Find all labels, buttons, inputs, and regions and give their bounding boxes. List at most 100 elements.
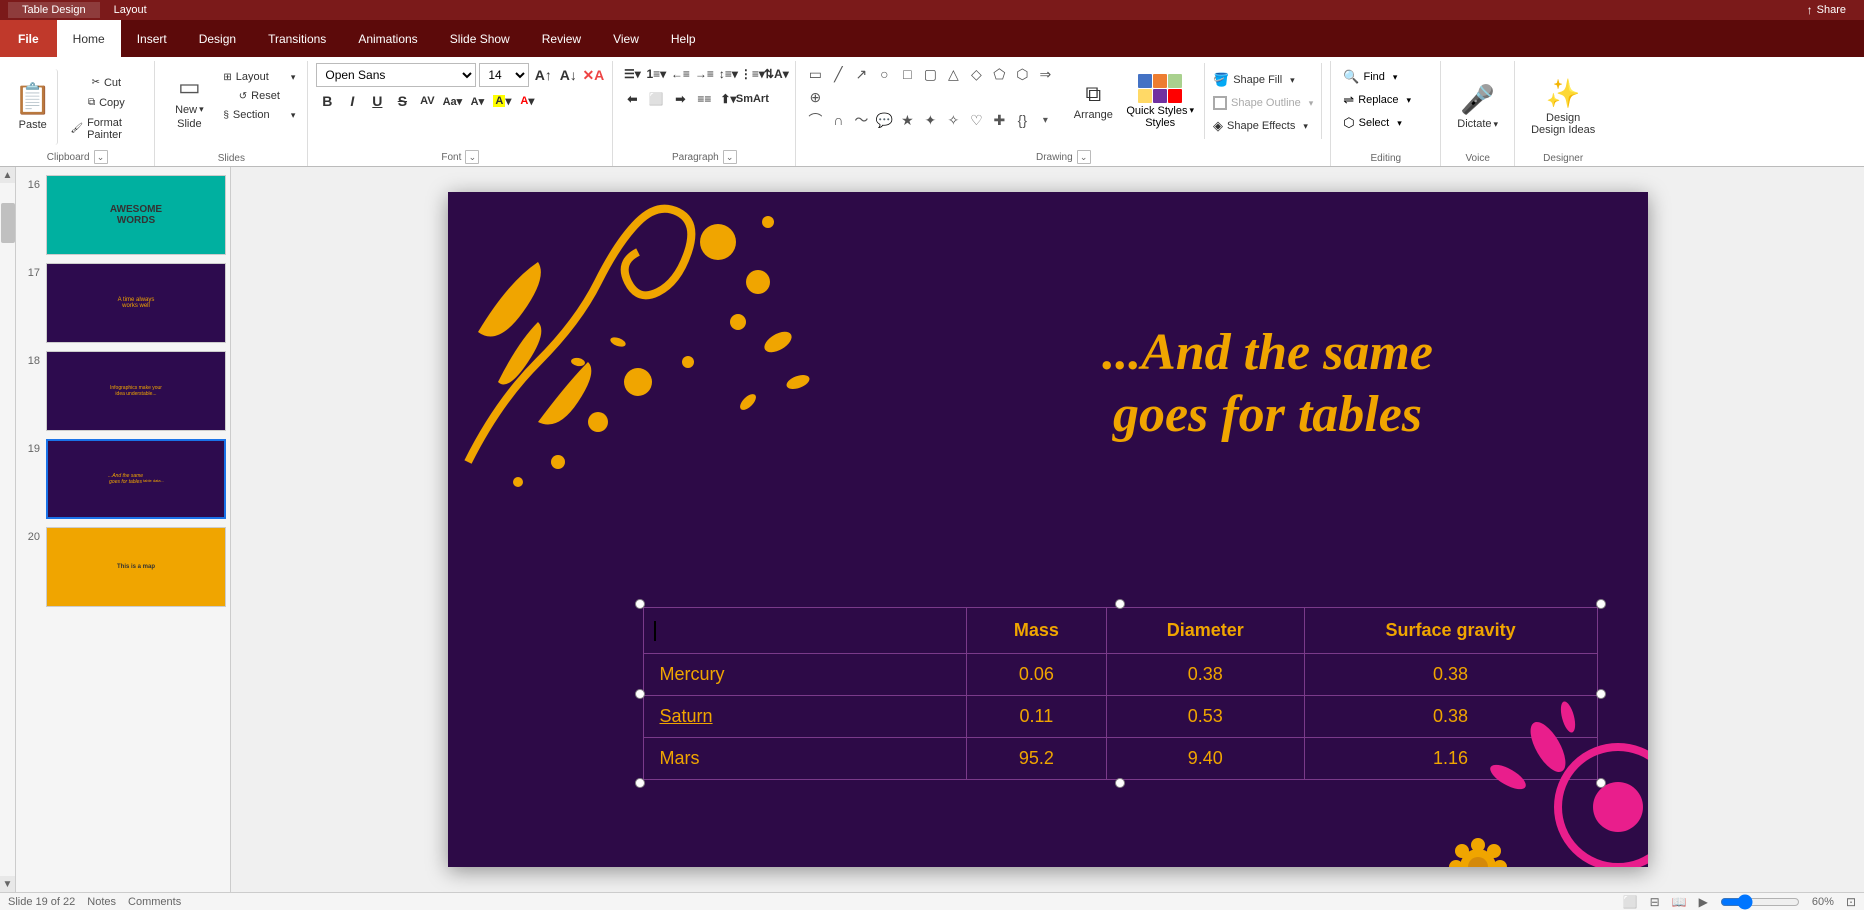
tab-help[interactable]: Help	[655, 20, 712, 57]
tab-view[interactable]: View	[597, 20, 655, 57]
bullets-btn[interactable]: ☰▾	[621, 63, 643, 85]
font-expand[interactable]: ⌄	[465, 150, 479, 164]
justify-btn[interactable]: ≡≡	[693, 88, 715, 110]
shape-outline-dropdown[interactable]: ▾	[1309, 98, 1314, 109]
tab-home[interactable]: Home	[57, 20, 121, 57]
numbering-btn[interactable]: 1≡▾	[645, 63, 667, 85]
arrange-button[interactable]: ⧉ Arrange	[1068, 63, 1118, 139]
change-case-btn[interactable]: Aa▾	[441, 90, 463, 112]
cell-mars-label[interactable]: Mars	[643, 738, 966, 780]
scroll-up-btn[interactable]: ▲	[0, 167, 16, 183]
shape-btn-star[interactable]: ★	[896, 109, 918, 131]
handle-midright[interactable]	[1596, 689, 1606, 699]
col-header-surface-gravity[interactable]: Surface gravity	[1304, 608, 1597, 654]
shape-btn-expand[interactable]: ▾	[1034, 109, 1056, 131]
replace-button[interactable]: ⇌ Replace ▾	[1339, 90, 1415, 110]
tab-slideshow[interactable]: Slide Show	[434, 20, 526, 57]
context-tab-layout[interactable]: Layout	[100, 2, 161, 18]
section-button[interactable]: § Section ▾	[219, 107, 299, 123]
font-family-select[interactable]: Open Sans	[316, 63, 476, 87]
shape-btn-heart[interactable]: ♡	[965, 109, 987, 131]
tab-review[interactable]: Review	[526, 20, 597, 57]
clipboard-expand[interactable]: ⌄	[94, 150, 108, 164]
layout-dropdown-icon[interactable]: ▾	[291, 72, 296, 83]
cell-mercury-label[interactable]: Mercury	[643, 654, 966, 696]
format-painter-button[interactable]: 🖌 Format Painter	[66, 115, 146, 143]
align-left-btn[interactable]: ⬅	[621, 88, 643, 110]
new-slide-button[interactable]: ▭ New ▾ Slide	[163, 63, 215, 139]
slide-thumb-19[interactable]: ...And the samegoes for tables table dat…	[46, 439, 226, 519]
shape-btn-diamond[interactable]: ◇	[965, 63, 987, 85]
zoom-fit-btn[interactable]: ⊡	[1846, 895, 1856, 909]
shape-btn-circle[interactable]: ○	[873, 63, 895, 85]
slide-thumb-16[interactable]: AWESOMEWORDS	[46, 175, 226, 255]
slide-item-17[interactable]: 17 A time alwaysworks well	[20, 263, 226, 343]
slide-canvas[interactable]: ...And the same goes for tables	[448, 192, 1648, 867]
tab-file[interactable]: File	[0, 20, 57, 57]
shape-effects-dropdown[interactable]: ▾	[1303, 121, 1308, 132]
font-size-btn2[interactable]: A▾	[466, 90, 488, 112]
decrease-font-btn[interactable]: A↓	[557, 64, 579, 86]
zoom-slider[interactable]	[1720, 896, 1800, 908]
shape-btn-star2[interactable]: ✦	[919, 109, 941, 131]
handle-topleft[interactable]	[635, 599, 645, 609]
font-color-btn[interactable]: A▾	[516, 90, 538, 112]
shape-fill-dropdown[interactable]: ▾	[1290, 75, 1295, 86]
reset-button[interactable]: ↺ Reset	[219, 88, 299, 104]
line-spacing-btn[interactable]: ↕≡▾	[717, 63, 739, 85]
copy-button[interactable]: ⧉ Copy	[66, 95, 146, 111]
shape-btn-rnd-rect[interactable]: ▢	[919, 63, 941, 85]
paragraph-expand[interactable]: ⌄	[723, 150, 737, 164]
layout-button[interactable]: ⊞ Layout ▾	[219, 69, 299, 85]
cell-mars-diameter[interactable]: 9.40	[1106, 738, 1304, 780]
slide-item-20[interactable]: 20 This is a map	[20, 527, 226, 607]
shape-btn-arrow[interactable]: ↗	[850, 63, 872, 85]
tab-transitions[interactable]: Transitions	[252, 20, 342, 57]
shape-fill-button[interactable]: 🪣 Shape Fill ▾	[1209, 70, 1317, 90]
view-normal-btn[interactable]: ⬜	[1623, 895, 1638, 909]
slide-item-18[interactable]: 18 Infographics make youridea understabl…	[20, 351, 226, 431]
cell-saturn-mass[interactable]: 0.11	[966, 696, 1106, 738]
shape-btn-curve[interactable]: ⌒	[804, 109, 826, 131]
tab-insert[interactable]: Insert	[121, 20, 183, 57]
cell-mercury-mass[interactable]: 0.06	[966, 654, 1106, 696]
shape-outline-button[interactable]: Shape Outline ▾	[1209, 94, 1317, 112]
handle-topmid[interactable]	[1115, 599, 1125, 609]
share-button[interactable]: ↑ Design Ideas Share	[1797, 1, 1856, 19]
handle-botleft[interactable]	[635, 778, 645, 788]
shape-btn-callout[interactable]: 💬	[873, 109, 895, 131]
columns-btn[interactable]: ⋮≡▾	[741, 63, 763, 85]
shape-btn-more[interactable]: ⊕	[804, 86, 826, 108]
shape-btn-cross[interactable]: ✚	[988, 109, 1010, 131]
cell-mars-mass[interactable]: 95.2	[966, 738, 1106, 780]
slide-title[interactable]: ...And the same goes for tables	[948, 322, 1588, 447]
view-slideshow-btn[interactable]: ▶	[1699, 895, 1708, 909]
shape-btn-hexagon[interactable]: ⬡	[1011, 63, 1033, 85]
smartart-btn[interactable]: SmArt	[741, 88, 763, 110]
quick-styles-dropdown[interactable]: ▾	[1190, 105, 1195, 116]
cell-mercury-diameter[interactable]: 0.38	[1106, 654, 1304, 696]
comments-btn[interactable]: Comments	[128, 896, 181, 908]
handle-midleft[interactable]	[635, 689, 645, 699]
shape-btn-rect[interactable]: ▭	[804, 63, 826, 85]
slide-item-16[interactable]: 16 AWESOMEWORDS	[20, 175, 226, 255]
shape-btn-pentagon[interactable]: ⬠	[988, 63, 1010, 85]
shape-btn-star3[interactable]: ✧	[942, 109, 964, 131]
col-header-mass[interactable]: Mass	[966, 608, 1106, 654]
clear-format-btn[interactable]: ✕A	[582, 64, 604, 86]
view-slide-btn[interactable]: ⊟	[1650, 895, 1660, 909]
dictate-dropdown[interactable]: ▾	[1494, 119, 1499, 130]
font-size-select[interactable]: 14	[479, 63, 529, 87]
increase-indent-btn[interactable]: →≡	[693, 63, 715, 85]
shape-btn-brace[interactable]: {}	[1011, 109, 1033, 131]
section-dropdown-icon[interactable]: ▾	[291, 110, 296, 121]
select-button[interactable]: ⬡ Select ▾	[1339, 113, 1405, 133]
increase-font-btn[interactable]: A↑	[532, 64, 554, 86]
context-tab-table-design[interactable]: Table Design	[8, 2, 100, 18]
align-right-btn[interactable]: ➡	[669, 88, 691, 110]
char-spacing-btn[interactable]: AV	[416, 90, 438, 112]
shape-btn-rect2[interactable]: □	[896, 63, 918, 85]
slide-item-19[interactable]: 19 ...And the samegoes for tables table …	[20, 439, 226, 519]
col-header-empty[interactable]	[643, 608, 966, 654]
handle-botmid[interactable]	[1115, 778, 1125, 788]
